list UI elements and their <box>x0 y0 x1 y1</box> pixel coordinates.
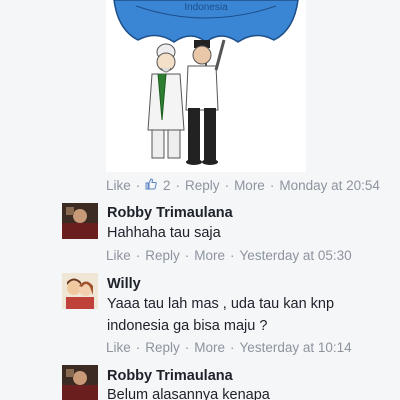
comment-text: Yaaa tau lah mas , uda tau kan knp <box>107 296 335 312</box>
thumbs-up-icon <box>145 178 158 190</box>
umbrella-illustration: Indonesia <box>113 0 299 165</box>
avatar-image <box>62 203 98 239</box>
separator-dot: · <box>175 178 181 193</box>
more-link[interactable]: More <box>194 248 225 263</box>
comment-meta-row: Like · Reply · More · Yesterday at 10:14 <box>106 340 352 355</box>
more-link[interactable]: More <box>194 340 225 355</box>
comment-text: Hahhaha tau saja <box>107 225 221 241</box>
comment-author[interactable]: Robby Trimaulana <box>107 205 233 221</box>
separator-dot: · <box>184 248 190 263</box>
avatar-image <box>62 365 98 400</box>
separator-dot: · <box>230 340 235 355</box>
umbrella-text: Indonesia <box>184 2 228 13</box>
like-link[interactable]: Like <box>106 340 131 355</box>
separator-dot: · <box>135 178 141 193</box>
timestamp[interactable]: Monday at 20:54 <box>279 178 380 193</box>
post-meta-row: Like · 2 · Reply · More · Monday at 20:5… <box>106 178 380 193</box>
like-link[interactable]: Like <box>106 248 131 263</box>
timestamp[interactable]: Yesterday at 10:14 <box>240 340 352 355</box>
separator-dot: · <box>230 248 235 263</box>
avatar[interactable] <box>62 273 98 309</box>
timestamp[interactable]: Yesterday at 05:30 <box>240 248 352 263</box>
comment-text: Belum alasannya kenapa <box>107 387 270 400</box>
avatar[interactable] <box>62 203 98 239</box>
like-count-value: 2 <box>163 178 171 193</box>
separator-dot: · <box>135 248 141 263</box>
reply-link[interactable]: Reply <box>145 248 180 263</box>
comment-meta-row: Like · Reply · More · Yesterday at 05:30 <box>106 248 352 263</box>
reply-link[interactable]: Reply <box>185 178 220 193</box>
like-count[interactable]: 2 <box>145 178 171 193</box>
post-image[interactable]: Indonesia <box>106 0 306 172</box>
separator-dot: · <box>269 178 275 193</box>
separator-dot: · <box>184 340 190 355</box>
comment-text: indonesia ga bisa maju ? <box>107 318 268 334</box>
separator-dot: · <box>135 340 141 355</box>
separator-dot: · <box>224 178 230 193</box>
comment-author[interactable]: Robby Trimaulana <box>107 368 233 384</box>
like-link[interactable]: Like <box>106 178 131 193</box>
avatar[interactable] <box>62 365 98 400</box>
more-link[interactable]: More <box>234 178 265 193</box>
reply-link[interactable]: Reply <box>145 340 180 355</box>
comment-author[interactable]: Willy <box>107 276 141 292</box>
avatar-image <box>62 273 98 309</box>
